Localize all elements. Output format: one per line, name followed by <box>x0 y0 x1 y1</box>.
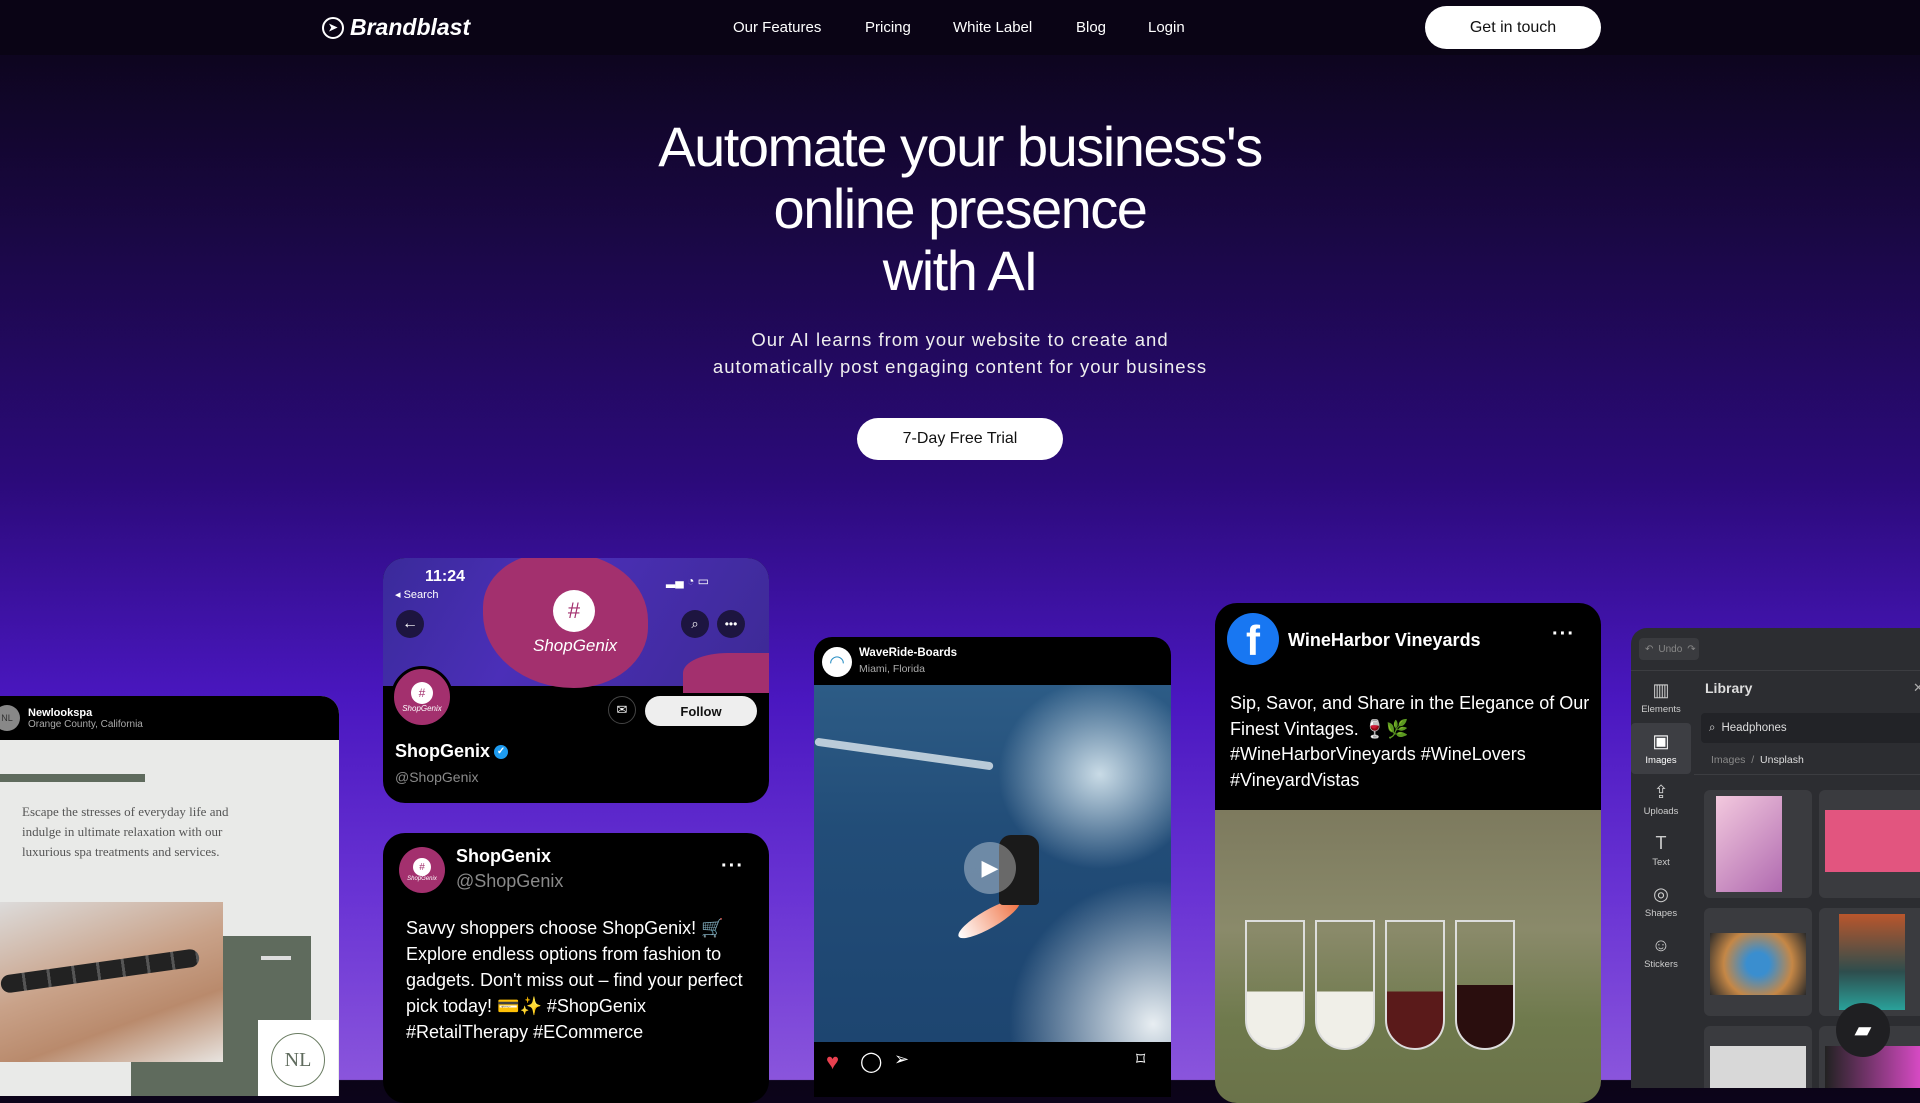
surf-video[interactable]: ▶ <box>814 685 1171 1042</box>
tweet-avatar: # ShopGenix <box>399 847 445 893</box>
library-search-input[interactable]: ⌕ Headphones <box>1701 713 1920 743</box>
library-breadcrumb: Images / Unsplash <box>1711 754 1804 766</box>
tweet-more-icon[interactable]: ··· <box>721 855 744 878</box>
insta-location: Miami, Florida <box>859 663 925 675</box>
wine-photo <box>1215 810 1601 1103</box>
sidebar-item-elements[interactable]: ▥ Elements <box>1631 672 1691 723</box>
divider-bar <box>0 774 145 782</box>
undo-button[interactable]: ↶ Undo ↷ <box>1639 638 1699 660</box>
profile-name: ShopGenix <box>395 741 491 761</box>
subtitle-line: Our AI learns from your website to creat… <box>751 329 1169 350</box>
library-image[interactable] <box>1819 790 1920 898</box>
bookmark-icon[interactable]: ⌑ <box>1136 1049 1145 1070</box>
image-icon: ▣ <box>1652 731 1670 751</box>
title-line: Automate your business's <box>658 115 1263 178</box>
waveride-post-card: ◠ WaveRide-Boards Miami, Florida ▶ ♥ ◯ ➢… <box>814 637 1171 1097</box>
sidebar-item-images[interactable]: ▣ Images <box>1631 723 1691 774</box>
spa-post-header: NL Newlookspa Orange County, California <box>0 696 339 740</box>
subtitle-line: automatically post engaging content for … <box>712 356 1208 377</box>
title-line: with AI <box>882 239 1039 302</box>
heart-icon[interactable]: ♥ <box>826 1049 839 1075</box>
spa-location: Orange County, California <box>28 718 143 730</box>
close-icon[interactable]: ✕ <box>1913 680 1920 696</box>
title-line: online presence <box>773 177 1148 240</box>
share-icon[interactable]: ➢ <box>894 1049 909 1070</box>
tweet-text: Savvy shoppers choose ShopGenix! 🛒 Explo… <box>406 918 743 1042</box>
status-icons: ▂▄ ◔ ▭ <box>666 574 709 588</box>
nav-login[interactable]: Login <box>1148 19 1185 36</box>
banner-brand-name: ShopGenix <box>533 636 618 655</box>
hero-subtitle: Our AI learns from your website to creat… <box>0 326 1920 380</box>
sidebar-item-uploads[interactable]: ⇪ Uploads <box>1631 774 1691 825</box>
nav-white-label[interactable]: White Label <box>953 19 1032 36</box>
back-arrow-icon[interactable]: ← <box>396 610 424 638</box>
tweet-name: ShopGenix <box>456 846 552 866</box>
library-image[interactable] <box>1704 1026 1812 1088</box>
more-icon[interactable]: ••• <box>717 610 745 638</box>
insta-name: WaveRide-Boards <box>859 647 957 659</box>
text-icon: T <box>1655 833 1667 853</box>
profile-handle: @ShopGenix <box>395 769 479 785</box>
chat-bubble-icon[interactable]: ▰ <box>1836 1003 1890 1057</box>
back-to-search[interactable]: ◂ Search <box>395 588 438 601</box>
brand-logo[interactable]: ➤ Brandblast <box>322 14 470 41</box>
get-in-touch-button[interactable]: Get in touch <box>1425 6 1601 49</box>
spa-text: Escape the stresses of everyday life and… <box>22 804 229 859</box>
library-image[interactable] <box>1704 908 1812 1016</box>
message-icon[interactable]: ✉ <box>608 696 636 724</box>
nav-pricing[interactable]: Pricing <box>865 19 911 36</box>
sticker-icon: ☺ <box>1651 935 1671 955</box>
spa-avatar: NL <box>0 705 20 731</box>
spa-name: Newlookspa <box>28 706 93 719</box>
facebook-icon: f <box>1227 613 1279 665</box>
fb-page-name: WineHarbor Vineyards <box>1288 630 1481 650</box>
redo-icon: ↷ <box>1687 643 1696 655</box>
shopgenix-profile-card: # ShopGenix 11:24 ◂ Search ▂▄ ◔ ▭ ← ⌕ ••… <box>383 558 769 803</box>
waveride-avatar: ◠ <box>822 647 852 677</box>
spa-logo: NL <box>258 1020 338 1096</box>
brand-name: Brandblast <box>350 14 471 40</box>
follow-button[interactable]: Follow <box>645 696 757 726</box>
upload-icon: ⇪ <box>1653 782 1669 802</box>
sidebar-item-stickers[interactable]: ☺ Stickers <box>1631 927 1691 978</box>
spa-post-card: NL Newlookspa Orange County, California E… <box>0 696 339 1096</box>
nav-our-features[interactable]: Our Features <box>733 19 821 36</box>
shapes-icon: ◎ <box>1653 884 1669 904</box>
rocket-icon: ➤ <box>322 16 344 39</box>
sidebar-item-text[interactable]: T Text <box>1631 825 1691 876</box>
play-icon[interactable]: ▶ <box>964 842 1016 894</box>
free-trial-button[interactable]: 7-Day Free Trial <box>857 418 1063 460</box>
search-icon: ⌕ <box>1709 721 1716 734</box>
comment-icon[interactable]: ◯ <box>860 1049 882 1074</box>
search-icon[interactable]: ⌕ <box>681 610 709 638</box>
fb-post-text: Sip, Savor, and Share in the Elegance of… <box>1230 693 1590 790</box>
library-image[interactable] <box>1704 790 1812 898</box>
shopgenix-tweet-card: # ShopGenix ShopGenix @ShopGenix ··· Savv… <box>383 833 769 1103</box>
hashtag-logo-icon: # <box>553 590 595 632</box>
profile-avatar: # ShopGenix <box>391 666 453 728</box>
top-nav: ➤ Brandblast Our Features Pricing White L… <box>0 0 1920 55</box>
elements-icon: ▥ <box>1652 680 1670 700</box>
sidebar-item-shapes[interactable]: ◎ Shapes <box>1631 876 1691 927</box>
spa-photo <box>0 902 223 1062</box>
verified-icon: ✓ <box>494 744 509 759</box>
fb-more-icon[interactable]: ··· <box>1552 623 1575 646</box>
library-image[interactable] <box>1819 908 1920 1016</box>
profile-banner: # ShopGenix 11:24 ◂ Search ▂▄ ◔ ▭ ← ⌕ ••… <box>383 558 769 693</box>
tweet-handle: @ShopGenix <box>456 871 564 891</box>
library-title: Library <box>1705 680 1753 696</box>
hero-title: Automate your business's online presence w… <box>0 116 1920 302</box>
status-time: 11:24 <box>425 568 466 585</box>
design-editor-panel: ↶ Undo ↷ ▥ Elements ▣ Images ⇪ Uploads T Text … <box>1631 628 1920 1088</box>
nav-blog[interactable]: Blog <box>1076 19 1106 36</box>
wineharbor-post-card: f WineHarbor Vineyards ··· Sip, Savor, a… <box>1215 603 1601 1103</box>
undo-icon: ↶ <box>1645 643 1654 655</box>
editor-sidebar: ▥ Elements ▣ Images ⇪ Uploads T Text ◎ Shapes… <box>1631 672 1691 978</box>
